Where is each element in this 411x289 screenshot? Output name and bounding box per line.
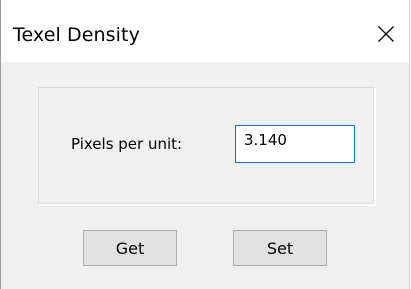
get-button[interactable]: Get [83, 230, 177, 266]
set-button[interactable]: Set [233, 230, 327, 266]
close-button[interactable] [363, 14, 409, 54]
title-bar: Texel Density [1, 0, 409, 62]
pixels-per-unit-input[interactable] [235, 125, 355, 163]
texel-density-dialog: Texel Density Pixels per unit: Get Set [0, 0, 410, 289]
pixels-per-unit-label: Pixels per unit: [71, 135, 183, 153]
window-title: Texel Density [13, 24, 140, 46]
close-icon [377, 25, 395, 43]
